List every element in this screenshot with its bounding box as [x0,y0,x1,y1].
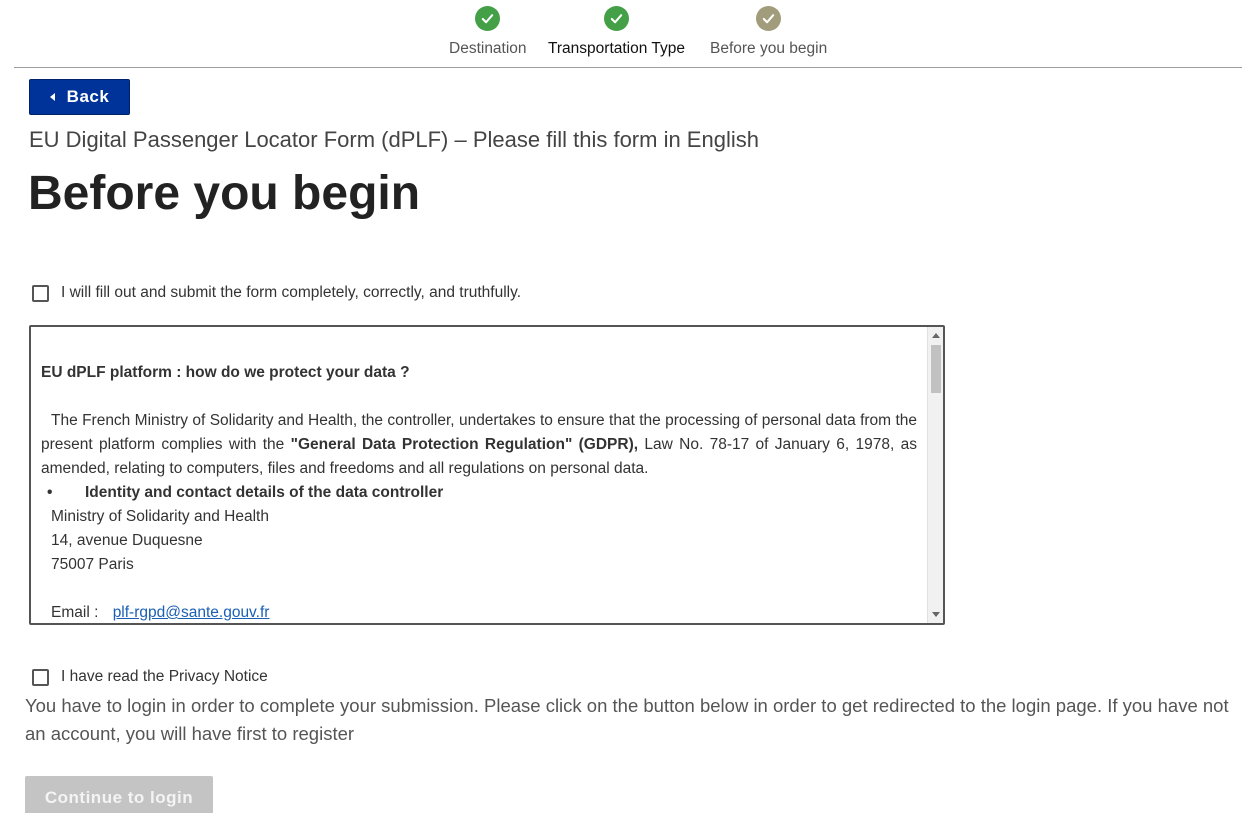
check-icon [756,6,782,31]
email-link[interactable]: plf-rgpd@sante.gouv.fr [113,604,270,621]
check-icon [475,6,501,31]
privacy-notice-box[interactable]: EU dPLF platform : how do we protect you… [29,325,945,625]
scroll-down-icon[interactable] [932,612,940,617]
progress-stepper: Destination Transportation Type Before y… [14,0,1242,68]
privacy-checkbox-label: I have read the Privacy Notice [61,668,268,685]
privacy-notice-content: EU dPLF platform : how do we protect you… [41,337,917,623]
page-title: Before you begin [28,167,421,220]
privacy-heading: EU dPLF platform : how do we protect you… [41,364,410,381]
caret-left-icon [49,93,55,101]
scroll-thumb[interactable] [931,345,941,393]
scroll-up-icon[interactable] [932,333,940,338]
step-before-you-begin: Before you begin [710,6,827,58]
check-icon [604,6,629,31]
bullet-icon: • [47,484,53,501]
privacy-checkbox[interactable] [32,668,49,686]
step-label: Transportation Type [548,40,685,57]
bullet-item: • Identity and contact details of the da… [41,481,917,505]
step-transportation-type: Transportation Type [548,6,685,58]
continue-to-login-button[interactable]: Continue to login [25,776,213,813]
commit-checkbox-label: I will fill out and submit the form comp… [61,284,522,301]
step-destination: Destination [449,6,527,58]
step-label: Before you begin [710,40,828,57]
login-note: You have to login in order to complete y… [25,695,1229,744]
email-line: Email : plf-rgpd@sante.gouv.fr [41,601,917,623]
address-line: 75007 Paris [51,556,134,573]
bullet-heading: Identity and contact details of the data… [85,484,444,501]
email-label: Email : [51,604,99,621]
privacy-checkbox-row[interactable]: I have read the Privacy Notice [32,668,268,686]
commit-checkbox-row[interactable]: I will fill out and submit the form comp… [32,284,521,302]
commit-checkbox[interactable] [32,284,49,302]
form-subtitle: EU Digital Passenger Locator Form (dPLF)… [29,127,759,152]
step-label: Destination [449,40,527,57]
address-line: 14, avenue Duquesne [51,532,203,549]
back-button[interactable]: Back [29,79,130,115]
gdpr-bold-text: "General Data Protection Regulation" (GD… [290,436,639,453]
privacy-scrollbar[interactable] [927,327,943,623]
address-line: Ministry of Solidarity and Health [51,508,269,525]
privacy-paragraph: The French Ministry of Solidarity and He… [41,409,917,481]
back-button-label: Back [66,87,110,106]
